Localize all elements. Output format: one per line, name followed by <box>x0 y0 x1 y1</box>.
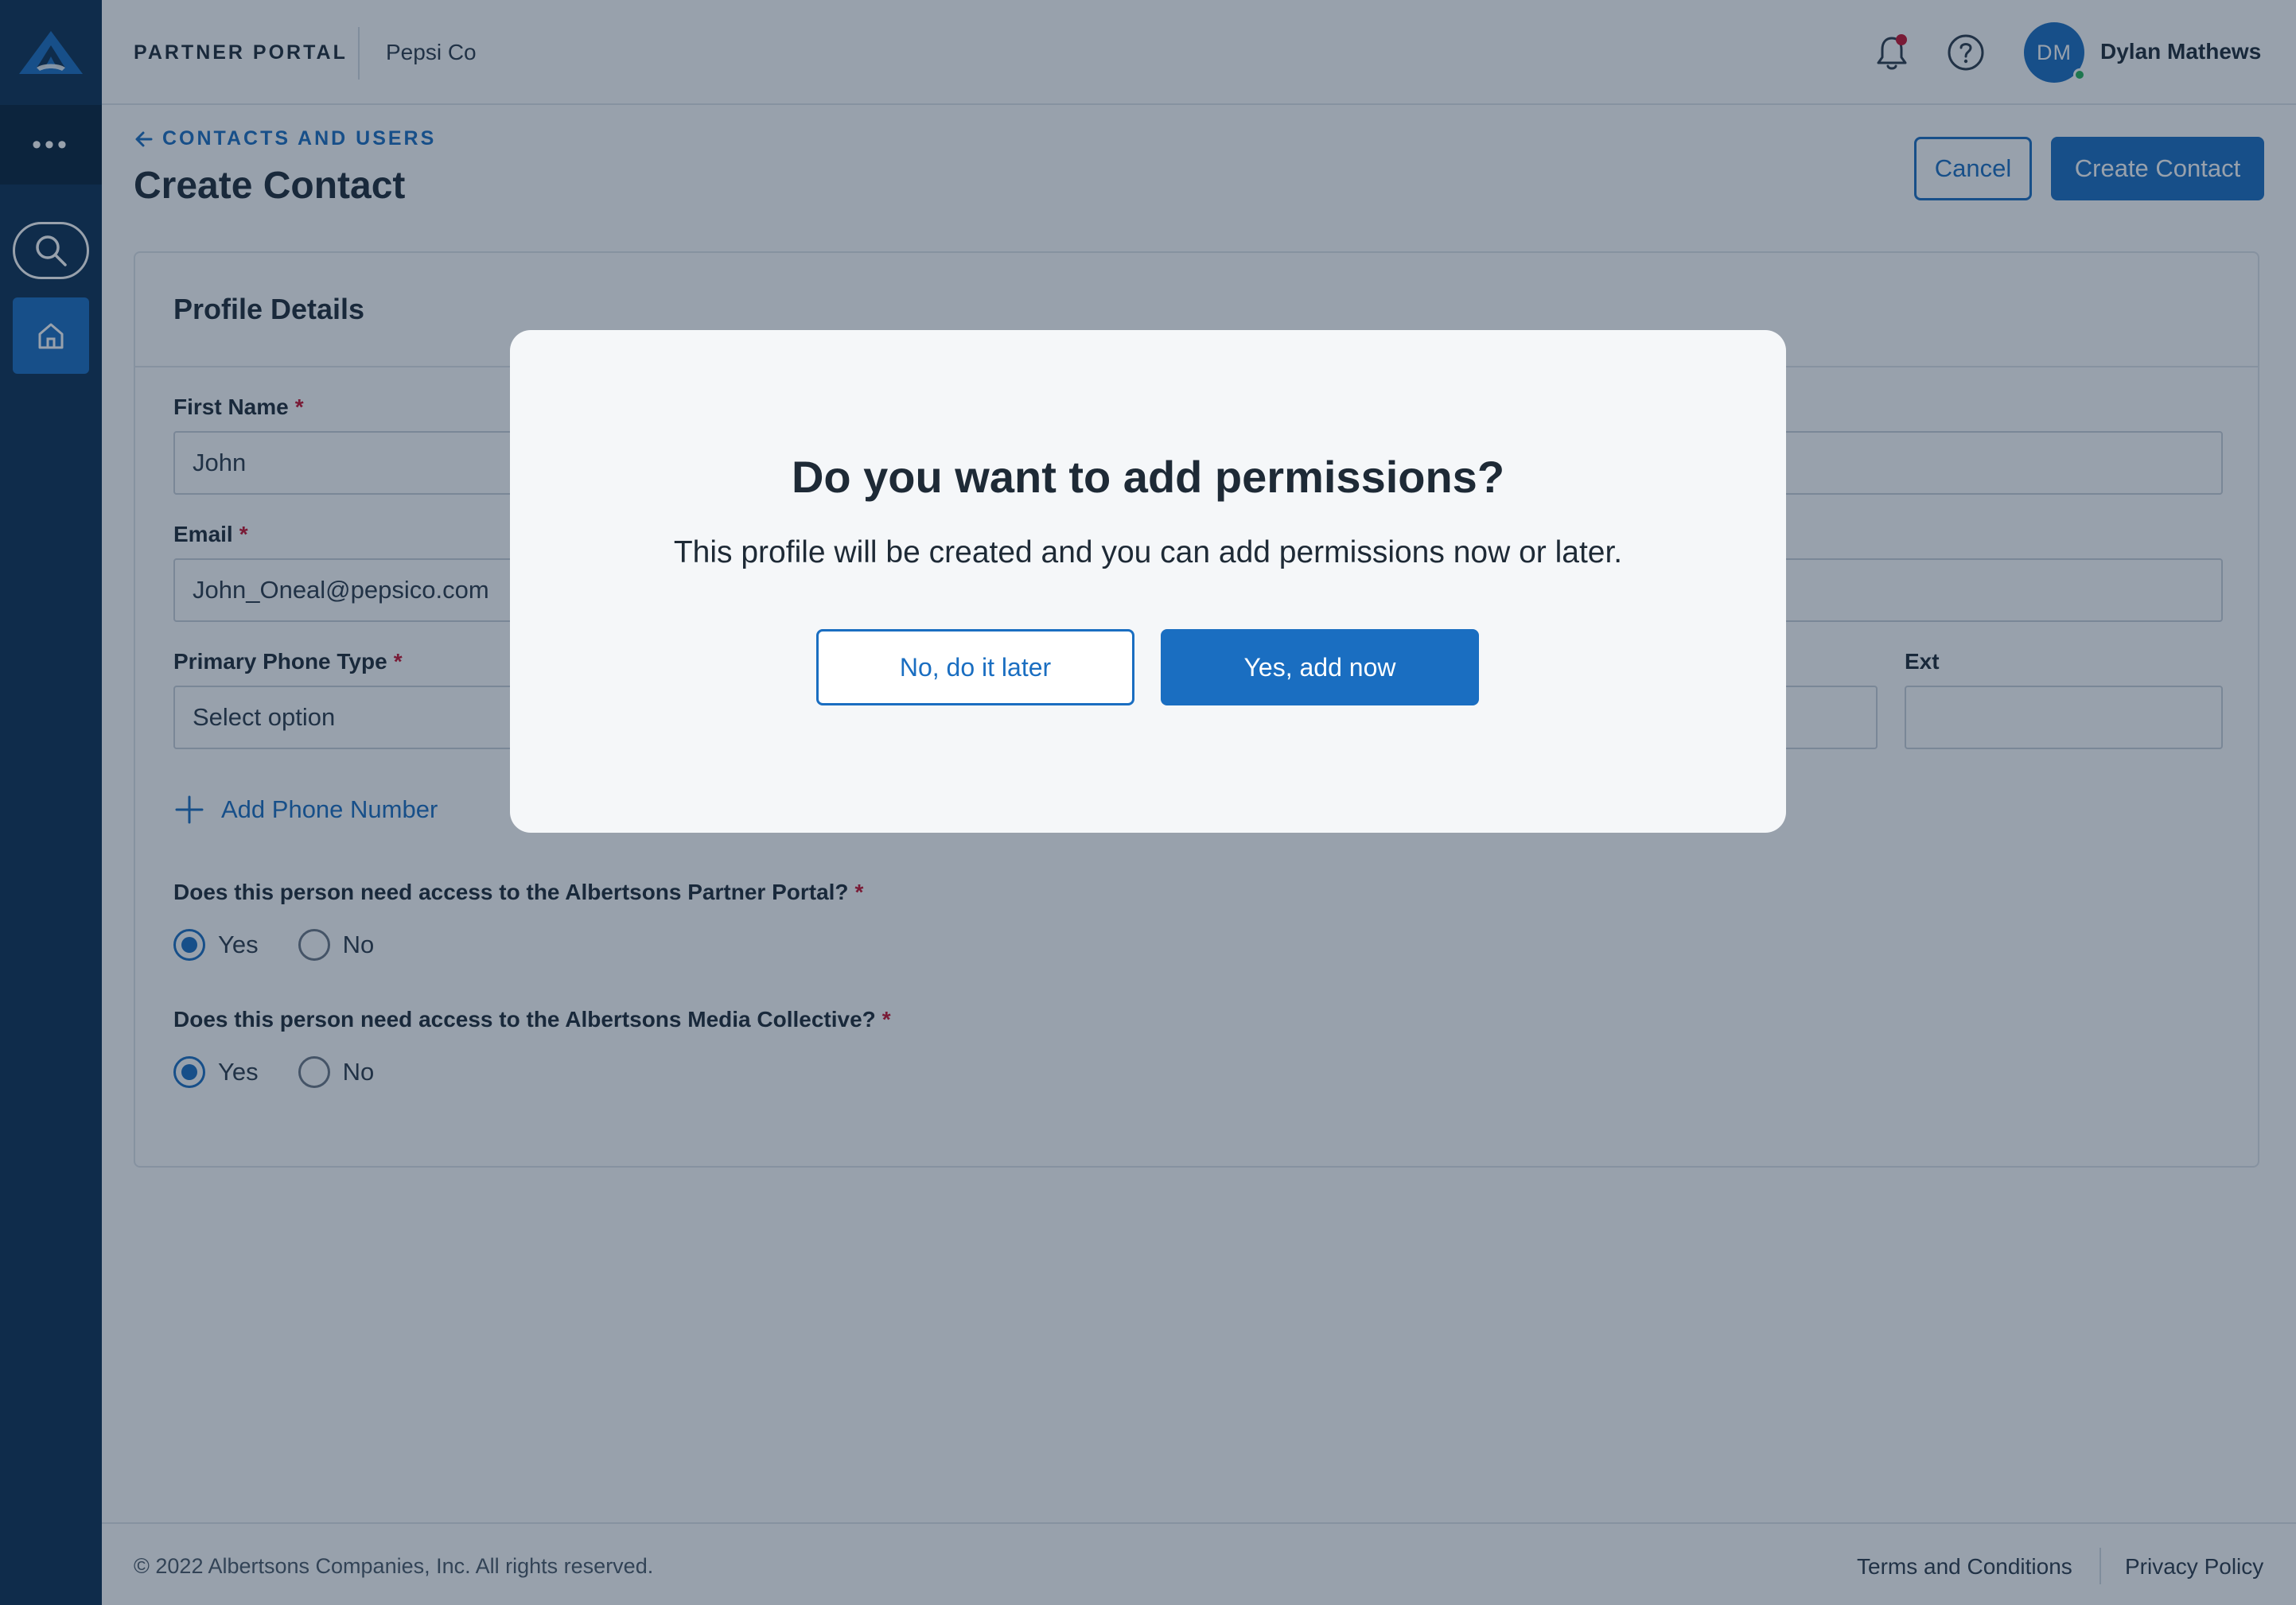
do-it-later-button[interactable]: No, do it later <box>816 629 1134 705</box>
dialog-message: This profile will be created and you can… <box>673 535 1623 569</box>
add-now-button[interactable]: Yes, add now <box>1161 629 1479 705</box>
dialog-title: Do you want to add permissions? <box>791 452 1505 502</box>
permissions-dialog: Do you want to add permissions? This pro… <box>510 330 1786 833</box>
